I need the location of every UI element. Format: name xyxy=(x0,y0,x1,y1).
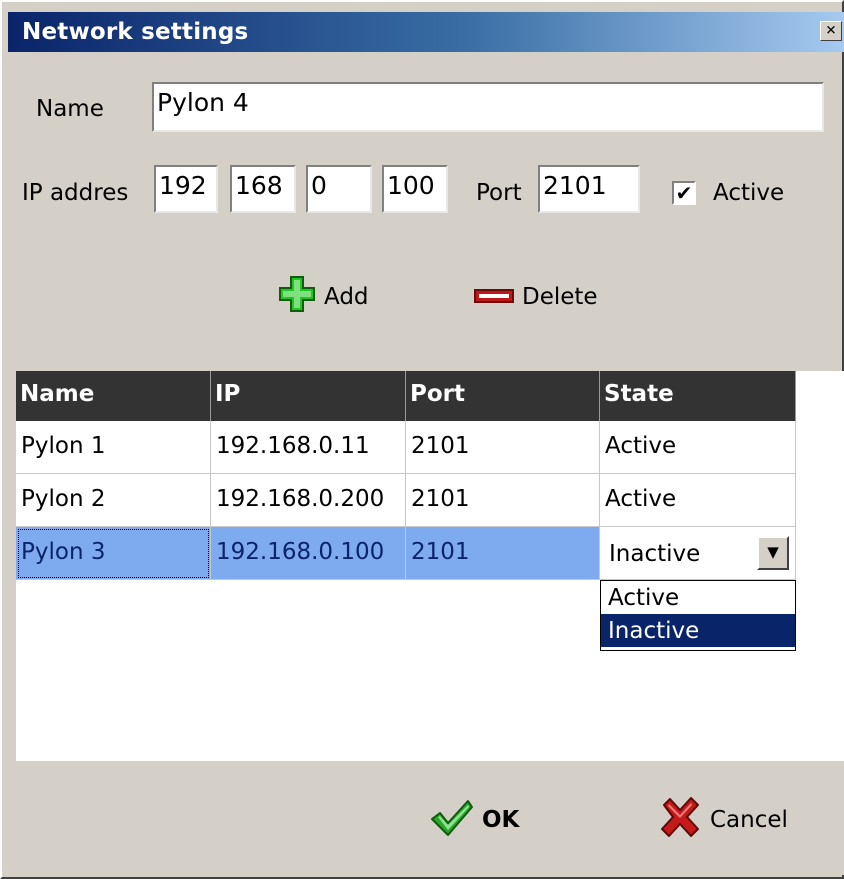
ip-address-label: IP addres xyxy=(22,180,129,206)
name-input[interactable]: Pylon 4 xyxy=(152,82,824,132)
delete-button-label: Delete xyxy=(522,284,598,310)
cell-ip[interactable]: 192.168.0.11 xyxy=(211,421,406,474)
cancel-button-label: Cancel xyxy=(710,807,788,833)
ip-octet-3-input[interactable]: 0 xyxy=(306,165,372,213)
window-title: Network settings xyxy=(22,19,249,45)
plus-icon xyxy=(278,275,316,319)
ok-button[interactable]: OK xyxy=(430,795,519,845)
cell-port[interactable]: 2101 xyxy=(406,474,600,527)
port-label: Port xyxy=(476,180,522,206)
column-header-ip[interactable]: IP xyxy=(211,371,406,421)
title-bar[interactable]: Network settings × xyxy=(8,12,844,52)
column-header-port[interactable]: Port xyxy=(406,371,600,421)
close-button[interactable]: × xyxy=(820,21,842,41)
cell-ip[interactable]: 192.168.0.200 xyxy=(211,474,406,527)
cell-name[interactable]: Pylon 3 xyxy=(16,527,211,580)
dropdown-option-active[interactable]: Active xyxy=(601,581,795,614)
cell-state[interactable]: Active xyxy=(600,474,796,527)
add-button[interactable]: Add xyxy=(278,275,369,319)
name-label: Name xyxy=(36,96,104,122)
close-icon: × xyxy=(825,20,837,40)
ok-button-label: OK xyxy=(482,807,520,833)
ip-octet-1-input[interactable]: 192 xyxy=(154,165,218,213)
ip-octet-4-input[interactable]: 100 xyxy=(382,165,448,213)
state-combobox[interactable]: Inactive ▼ xyxy=(600,532,795,576)
dropdown-arrow-button[interactable]: ▼ xyxy=(757,536,789,570)
x-cross-icon xyxy=(658,795,702,845)
active-checkbox-label: Active xyxy=(713,180,785,206)
cell-ip[interactable]: 192.168.0.100 xyxy=(211,527,406,580)
column-header-state[interactable]: State xyxy=(600,371,796,421)
state-dropdown-list: Active Inactive xyxy=(600,580,796,651)
cancel-button[interactable]: Cancel xyxy=(658,795,788,845)
minus-icon xyxy=(474,284,514,310)
column-header-name[interactable]: Name xyxy=(16,371,211,421)
cell-port[interactable]: 2101 xyxy=(406,527,600,580)
check-mark-icon: ✔ xyxy=(675,181,693,205)
chevron-down-icon: ▼ xyxy=(767,543,779,561)
checkmark-icon xyxy=(430,797,474,843)
dropdown-option-inactive[interactable]: Inactive xyxy=(601,614,795,647)
state-combobox-value: Inactive xyxy=(609,541,701,567)
cell-name[interactable]: Pylon 2 xyxy=(16,474,211,527)
cell-state[interactable]: Active xyxy=(600,421,796,474)
port-input[interactable]: 2101 xyxy=(538,165,640,213)
add-button-label: Add xyxy=(324,284,369,310)
network-settings-dialog: Network settings × Name Pylon 4 IP addre… xyxy=(0,0,844,879)
cell-name[interactable]: Pylon 1 xyxy=(16,421,211,474)
active-checkbox[interactable]: ✔ xyxy=(672,181,696,205)
delete-button[interactable]: Delete xyxy=(474,277,598,317)
ip-octet-2-input[interactable]: 168 xyxy=(230,165,296,213)
cell-port[interactable]: 2101 xyxy=(406,421,600,474)
